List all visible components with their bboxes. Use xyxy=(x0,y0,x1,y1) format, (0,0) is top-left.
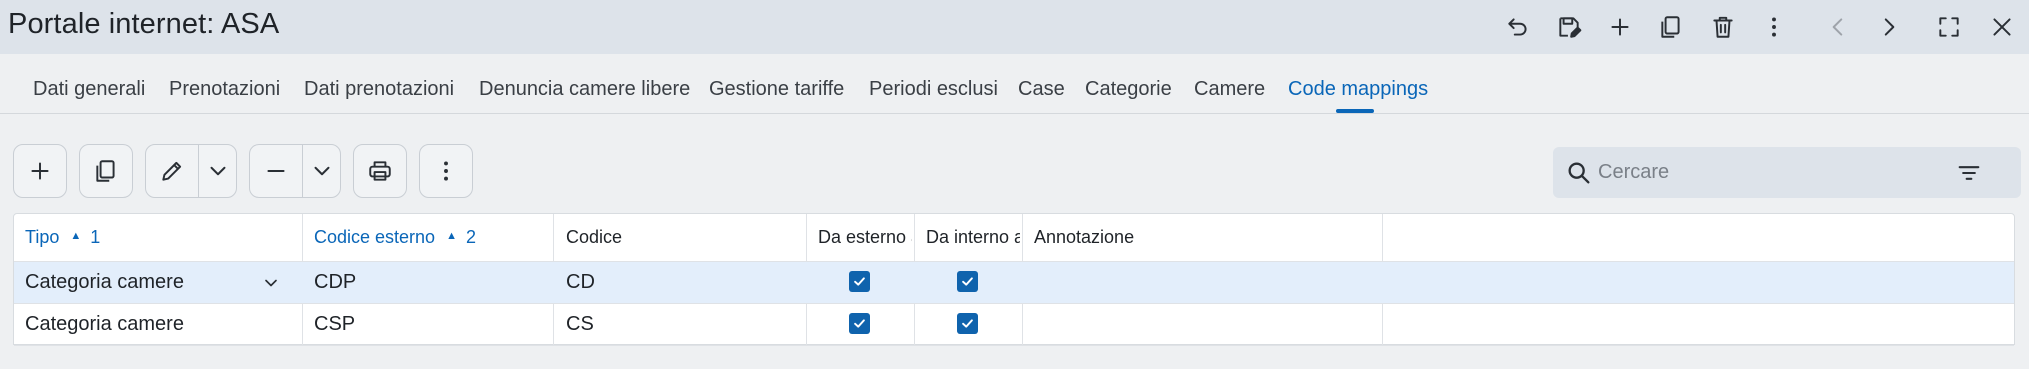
remove-dropdown-button[interactable] xyxy=(303,145,341,197)
checkbox-da-esterno[interactable] xyxy=(849,313,870,334)
copy-icon xyxy=(96,160,115,182)
delete-icon xyxy=(1713,16,1733,38)
cell-tipo: Categoria camere xyxy=(25,313,184,335)
column-header-label: Tipo xyxy=(25,227,60,247)
edit-icon xyxy=(162,161,182,181)
undo-button[interactable] xyxy=(1498,7,1538,47)
duplicate-row-button[interactable] xyxy=(79,144,133,198)
add-icon xyxy=(31,162,49,180)
more-vertical-icon xyxy=(1772,17,1776,37)
tab-bar: Dati generali Prenotazioni Dati prenotaz… xyxy=(0,54,2029,114)
toolbar-more-button[interactable] xyxy=(419,144,473,198)
remove-button[interactable] xyxy=(250,145,302,197)
active-tab-indicator xyxy=(1336,109,1374,113)
column-header-annotazione[interactable]: Annotazione xyxy=(1034,227,1134,248)
checkbox-da-interno[interactable] xyxy=(957,271,978,292)
tab-dati-prenotazioni[interactable]: Dati prenotazioni xyxy=(304,78,454,101)
window-title: Portale internet: ASA xyxy=(8,8,280,40)
checkmark-icon xyxy=(854,319,865,328)
column-header-codice-esterno[interactable]: Codice esterno ▲ 2 xyxy=(314,227,476,248)
cell-codice: CD xyxy=(566,271,595,293)
add-row-button[interactable] xyxy=(13,144,67,198)
checkmark-icon xyxy=(962,319,973,328)
chevron-down-icon[interactable] xyxy=(261,273,281,293)
more-options-button[interactable] xyxy=(1754,7,1794,47)
fullscreen-icon xyxy=(1939,17,1959,37)
edit-button[interactable] xyxy=(146,145,198,197)
save-edit-icon xyxy=(1559,17,1582,38)
remove-icon xyxy=(267,170,285,172)
search-input[interactable] xyxy=(1598,155,1938,189)
sort-order: 2 xyxy=(466,227,477,247)
next-button[interactable] xyxy=(1869,7,1909,47)
checkmark-icon xyxy=(854,277,865,286)
tab-gestione-tariffe[interactable]: Gestione tariffe xyxy=(709,78,844,101)
cell-codice: CS xyxy=(566,313,594,335)
tab-categorie[interactable]: Categorie xyxy=(1085,78,1172,101)
remove-split-button xyxy=(249,144,341,198)
search-box xyxy=(1553,147,2021,198)
add-button[interactable] xyxy=(1600,7,1640,47)
filter-icon[interactable] xyxy=(1955,159,1983,187)
table-row[interactable]: Categoria camere CDP CD xyxy=(14,262,2014,303)
search-icon xyxy=(1568,162,1590,184)
delete-button[interactable] xyxy=(1703,7,1743,47)
tab-case[interactable]: Case xyxy=(1018,78,1065,101)
table-row[interactable]: Categoria camere CSP CS xyxy=(14,304,2014,345)
chevron-down-icon xyxy=(314,166,330,176)
add-icon xyxy=(1611,18,1629,36)
column-header-label: Codice esterno xyxy=(314,227,436,247)
edit-dropdown-button[interactable] xyxy=(199,145,237,197)
row-divider xyxy=(14,345,2014,346)
save-edit-button[interactable] xyxy=(1549,7,1589,47)
close-icon xyxy=(1993,18,2011,36)
title-bar: Portale internet: ASA xyxy=(0,0,2029,54)
cell-codice-esterno: CDP xyxy=(314,271,357,293)
column-header-codice[interactable]: Codice xyxy=(566,227,622,248)
tab-prenotazioni[interactable]: Prenotazioni xyxy=(169,78,280,101)
copy-button[interactable] xyxy=(1651,7,1691,47)
checkbox-da-esterno[interactable] xyxy=(849,271,870,292)
edit-split-button xyxy=(145,144,237,198)
sort-asc-icon: ▲ xyxy=(70,230,82,242)
undo-icon xyxy=(1508,18,1527,36)
sort-asc-icon: ▲ xyxy=(446,230,457,242)
chevron-right-icon xyxy=(1884,18,1895,36)
column-header-tipo[interactable]: Tipo ▲ 1 xyxy=(25,227,100,248)
column-header-da-interno[interactable]: Da interno a xyxy=(926,227,1020,248)
tab-periodi-esclusi[interactable]: Periodi esclusi xyxy=(869,78,998,101)
more-vertical-icon xyxy=(444,161,448,181)
sort-order: 1 xyxy=(90,227,101,247)
cell-tipo: Categoria camere xyxy=(25,271,184,293)
close-button[interactable] xyxy=(1982,7,2022,47)
checkbox-da-interno[interactable] xyxy=(957,313,978,334)
tab-code-mappings[interactable]: Code mappings xyxy=(1288,78,1428,101)
print-icon xyxy=(369,161,391,181)
chevron-down-icon xyxy=(210,166,226,176)
column-header-da-esterno[interactable]: Da esterno a xyxy=(818,227,912,248)
chevron-left-icon xyxy=(1832,18,1843,36)
previous-button[interactable] xyxy=(1818,7,1858,47)
print-button[interactable] xyxy=(353,144,407,198)
fullscreen-button[interactable] xyxy=(1929,7,1969,47)
copy-icon xyxy=(1661,16,1680,38)
tab-denuncia-camere-libere[interactable]: Denuncia camere libere xyxy=(479,78,690,101)
checkmark-icon xyxy=(962,277,973,286)
tab-camere[interactable]: Camere xyxy=(1194,78,1265,101)
tab-dati-generali[interactable]: Dati generali xyxy=(33,78,145,101)
code-mappings-table: Tipo ▲ 1 Codice esterno ▲ 2 Codice Da es… xyxy=(13,213,2015,346)
cell-codice-esterno: CSP xyxy=(314,313,356,335)
